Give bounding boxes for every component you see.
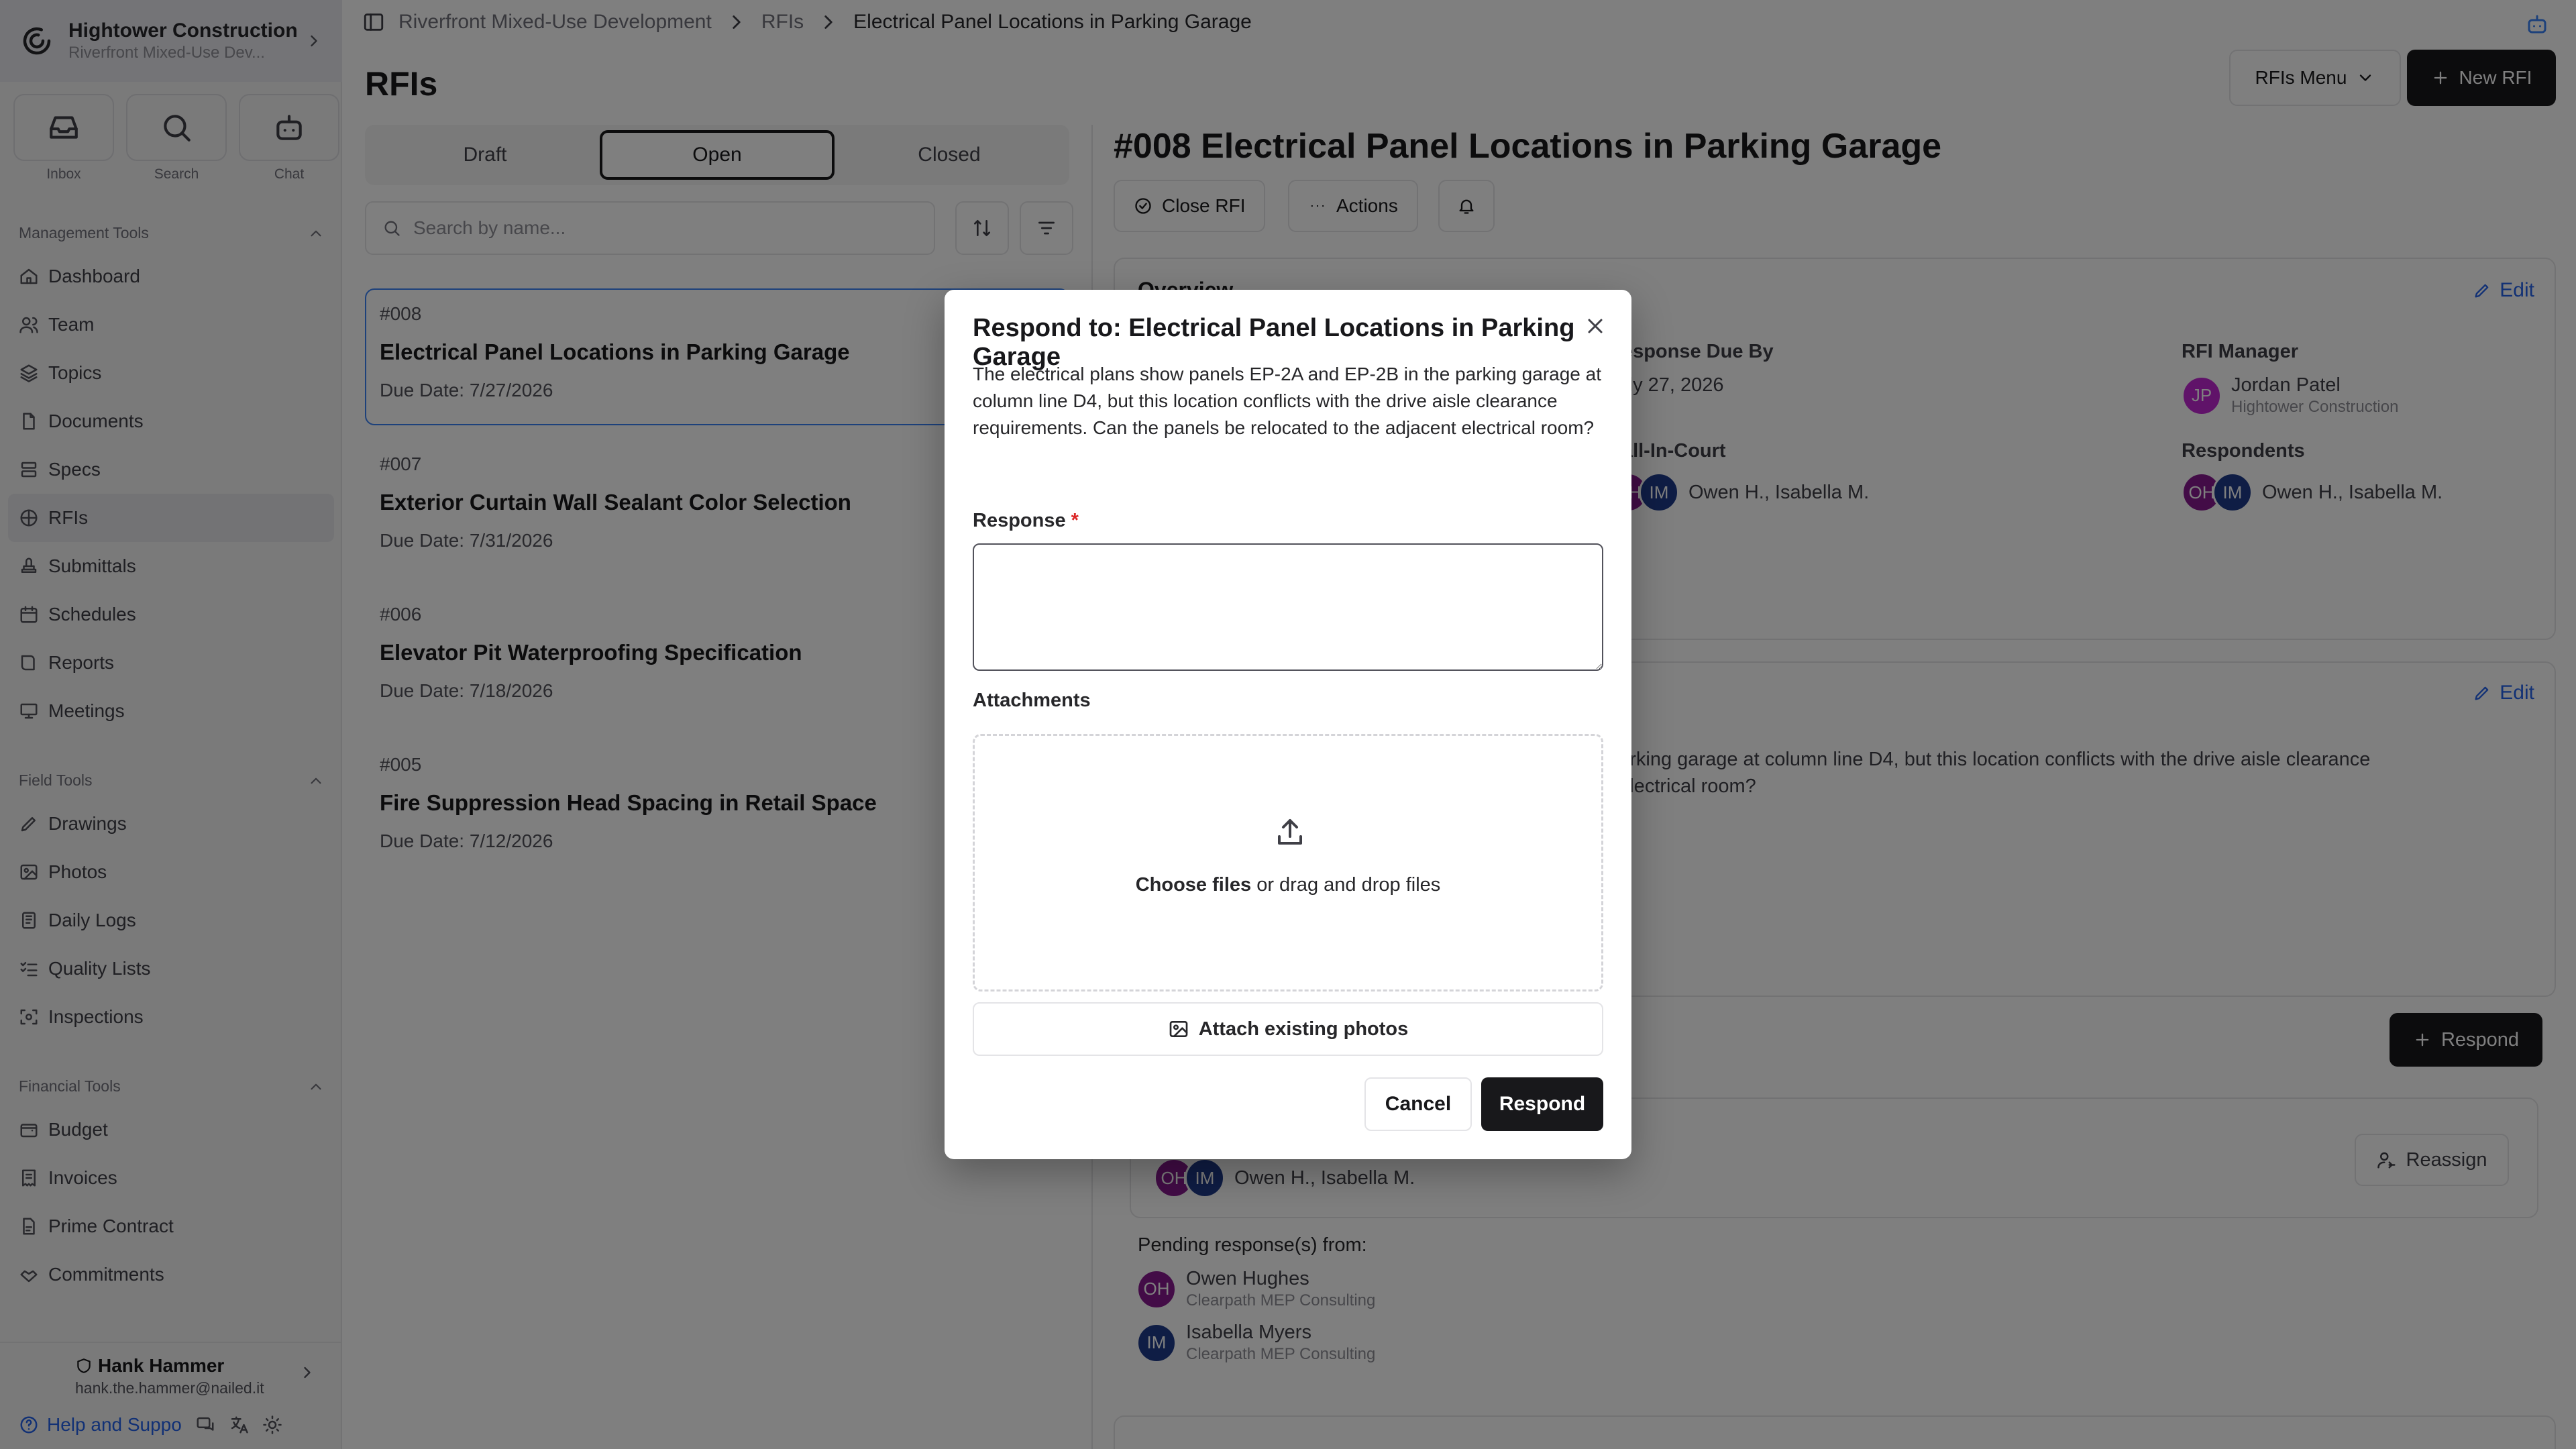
choose-files-link[interactable]: Choose files: [1136, 874, 1251, 896]
file-dropzone[interactable]: Choose files or drag and drop files: [973, 734, 1603, 991]
dropzone-text: Choose files or drag and drop files: [975, 874, 1601, 896]
submit-respond-button[interactable]: Respond: [1481, 1077, 1603, 1131]
drop-text: or drag and drop files: [1251, 874, 1441, 896]
respond-dialog: Respond to: Electrical Panel Locations i…: [945, 290, 1631, 1159]
close-icon[interactable]: [1583, 314, 1607, 338]
response-label-text: Response: [973, 510, 1066, 531]
image-icon: [1168, 1018, 1189, 1040]
response-label: Response *: [973, 510, 1079, 532]
response-textarea[interactable]: [973, 543, 1603, 671]
attach-existing-label: Attach existing photos: [1198, 1018, 1409, 1040]
required-mark: *: [1071, 510, 1079, 531]
upload-icon: [1274, 816, 1306, 849]
cancel-button[interactable]: Cancel: [1364, 1077, 1472, 1131]
dialog-question: The electrical plans show panels EP-2A a…: [973, 364, 1602, 438]
attachments-label: Attachments: [973, 690, 1091, 711]
attach-existing-photos-button[interactable]: Attach existing photos: [973, 1002, 1603, 1056]
